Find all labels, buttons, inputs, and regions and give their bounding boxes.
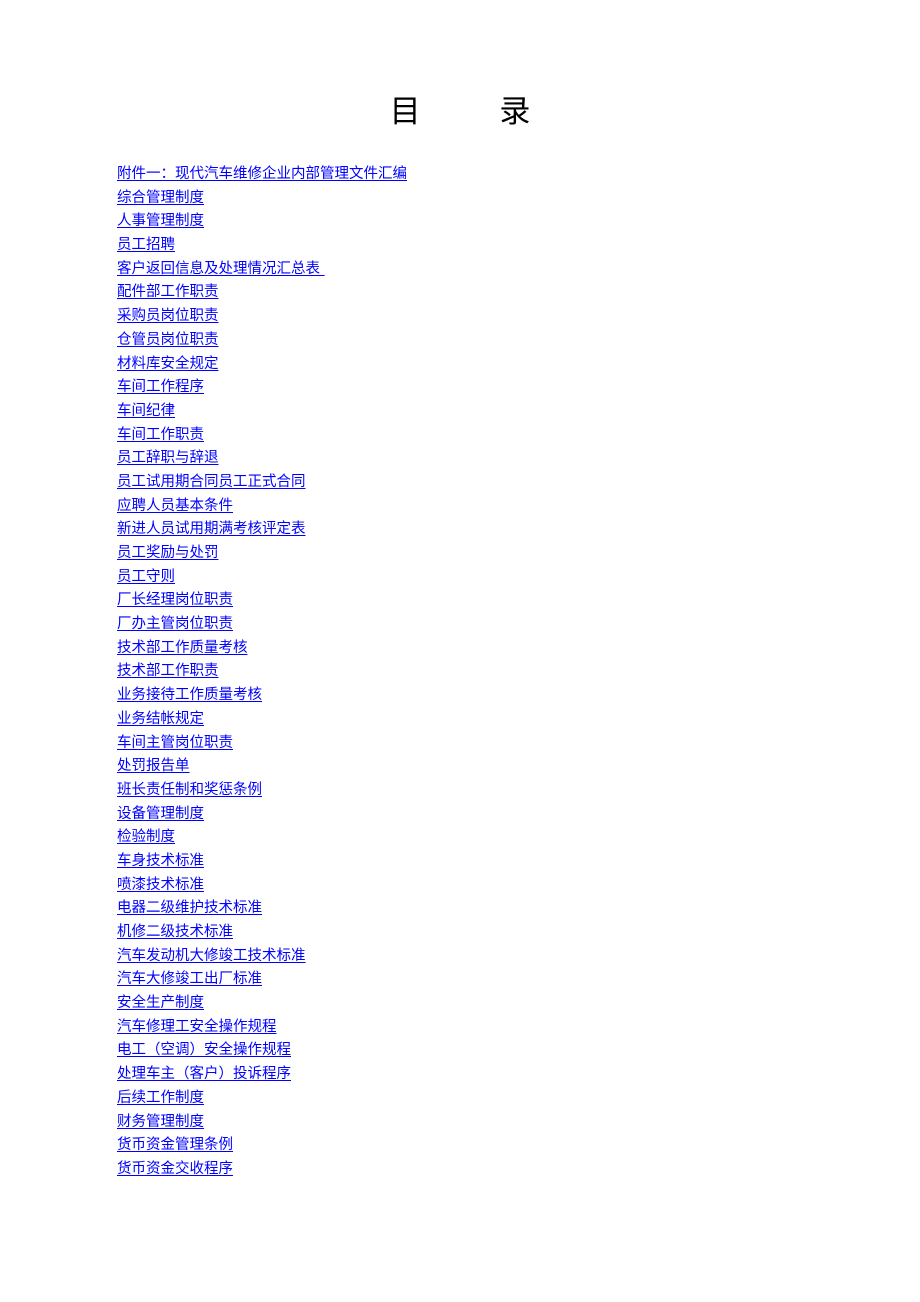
toc-entry: 车间纪律 bbox=[117, 398, 877, 422]
toc-link[interactable]: 员工奖励与处罚 bbox=[117, 545, 219, 561]
toc-link[interactable]: 仓管员岗位职责 bbox=[117, 332, 219, 348]
toc-entry: 配件部工作职责 bbox=[117, 279, 877, 303]
toc-entry: 喷漆技术标准 bbox=[117, 872, 877, 896]
toc-entry: 车间工作程序 bbox=[117, 374, 877, 398]
toc-entry: 汽车大修竣工出厂标准 bbox=[117, 966, 877, 990]
toc-link[interactable]: 配件部工作职责 bbox=[117, 284, 219, 300]
toc-entry: 业务接待工作质量考核 bbox=[117, 682, 877, 706]
toc-entry: 技术部工作职责 bbox=[117, 658, 877, 682]
toc-entry: 电工（空调）安全操作规程 bbox=[117, 1037, 877, 1061]
toc-entry: 采购员岗位职责 bbox=[117, 303, 877, 327]
toc-link[interactable]: 后续工作制度 bbox=[117, 1090, 204, 1106]
toc-entry: 处罚报告单 bbox=[117, 753, 877, 777]
toc-entry: 应聘人员基本条件 bbox=[117, 493, 877, 517]
toc-link[interactable]: 综合管理制度 bbox=[117, 190, 204, 206]
toc-link[interactable]: 车间工作职责 bbox=[117, 427, 204, 443]
toc-link[interactable]: 汽车发动机大修竣工技术标准 bbox=[117, 948, 306, 964]
toc-link[interactable]: 员工试用期合同员工正式合同 bbox=[117, 474, 306, 490]
toc-link[interactable]: 新进人员试用期满考核评定表 bbox=[117, 521, 306, 537]
toc-link[interactable]: 货币资金管理条例 bbox=[117, 1137, 233, 1153]
toc-entry: 新进人员试用期满考核评定表 bbox=[117, 516, 877, 540]
toc-link[interactable]: 设备管理制度 bbox=[117, 806, 204, 822]
toc-entry: 机修二级技术标准 bbox=[117, 919, 877, 943]
toc-entry: 员工奖励与处罚 bbox=[117, 540, 877, 564]
toc-entry: 厂办主管岗位职责 bbox=[117, 611, 877, 635]
toc-entry: 技术部工作质量考核 bbox=[117, 635, 877, 659]
toc-entry: 汽车发动机大修竣工技术标准 bbox=[117, 943, 877, 967]
toc-entry: 处理车主（客户）投诉程序 bbox=[117, 1061, 877, 1085]
toc-link[interactable]: 人事管理制度 bbox=[117, 213, 204, 229]
toc-entry: 后续工作制度 bbox=[117, 1085, 877, 1109]
toc-entry: 仓管员岗位职责 bbox=[117, 327, 877, 351]
toc-link[interactable]: 机修二级技术标准 bbox=[117, 924, 233, 940]
table-of-contents: 附件一：现代汽车维修企业内部管理文件汇编 综合管理制度 人事管理制度 员工招聘客户返回… bbox=[117, 161, 877, 1180]
toc-link[interactable]: 车间纪律 bbox=[117, 403, 175, 419]
toc-entry: 车间工作职责 bbox=[117, 422, 877, 446]
toc-link[interactable]: 员工守则 bbox=[117, 569, 175, 585]
toc-link[interactable]: 车间主管岗位职责 bbox=[117, 735, 233, 751]
toc-link[interactable]: 技术部工作质量考核 bbox=[117, 640, 248, 656]
toc-link[interactable]: 电器二级维护技术标准 bbox=[117, 900, 262, 916]
page-title: 目 录 bbox=[389, 94, 531, 130]
toc-link[interactable]: 货币资金交收程序 bbox=[117, 1161, 233, 1177]
toc-entry: 综合管理制度 bbox=[117, 185, 877, 209]
toc-entry: 检验制度 bbox=[117, 824, 877, 848]
toc-link[interactable]: 汽车大修竣工出厂标准 bbox=[117, 971, 262, 987]
toc-entry: 货币资金交收程序 bbox=[117, 1156, 877, 1180]
toc-entry: 班长责任制和奖惩条例 bbox=[117, 777, 877, 801]
document-page: 目 录 附件一：现代汽车维修企业内部管理文件汇编 综合管理制度 人事管理制度 员工招聘… bbox=[0, 0, 920, 1302]
toc-entry: 客户返回信息及处理情况汇总表 bbox=[117, 256, 877, 280]
toc-entry: 汽车修理工安全操作规程 bbox=[117, 1014, 877, 1038]
toc-link[interactable]: 喷漆技术标准 bbox=[117, 877, 204, 893]
toc-link[interactable]: 技术部工作职责 bbox=[117, 663, 219, 679]
toc-entry: 员工招聘 bbox=[117, 232, 877, 256]
toc-link[interactable]: 安全生产制度 bbox=[117, 995, 204, 1011]
toc-link[interactable]: 班长责任制和奖惩条例 bbox=[117, 782, 262, 798]
toc-entry: 员工辞职与辞退 bbox=[117, 445, 877, 469]
toc-link[interactable]: 处罚报告单 bbox=[117, 758, 190, 774]
toc-link[interactable]: 厂办主管岗位职责 bbox=[117, 616, 233, 632]
toc-link[interactable]: 应聘人员基本条件 bbox=[117, 498, 233, 514]
toc-link[interactable]: 检验制度 bbox=[117, 829, 175, 845]
toc-link[interactable]: 附件一：现代汽车维修企业内部管理文件汇编 bbox=[117, 166, 407, 182]
toc-link[interactable]: 业务接待工作质量考核 bbox=[117, 687, 262, 703]
toc-link[interactable]: 业务结帐规定 bbox=[117, 711, 204, 727]
toc-link[interactable]: 处理车主（客户）投诉程序 bbox=[117, 1066, 291, 1082]
toc-entry: 员工试用期合同员工正式合同 bbox=[117, 469, 877, 493]
toc-entry: 财务管理制度 bbox=[117, 1109, 877, 1133]
toc-entry: 业务结帐规定 bbox=[117, 706, 877, 730]
toc-entry: 人事管理制度 bbox=[117, 208, 877, 232]
toc-entry: 设备管理制度 bbox=[117, 801, 877, 825]
toc-entry: 附件一：现代汽车维修企业内部管理文件汇编 bbox=[117, 161, 877, 185]
toc-link[interactable]: 厂长经理岗位职责 bbox=[117, 592, 233, 608]
toc-entry: 货币资金管理条例 bbox=[117, 1132, 877, 1156]
toc-link[interactable]: 财务管理制度 bbox=[117, 1114, 204, 1130]
toc-link[interactable]: 员工招聘 bbox=[117, 237, 175, 253]
toc-link[interactable]: 材料库安全规定 bbox=[117, 356, 219, 372]
toc-entry: 电器二级维护技术标准 bbox=[117, 895, 877, 919]
toc-link[interactable]: 车身技术标准 bbox=[117, 853, 204, 869]
toc-link[interactable]: 采购员岗位职责 bbox=[117, 308, 219, 324]
toc-entry: 车间主管岗位职责 bbox=[117, 730, 877, 754]
toc-entry: 厂长经理岗位职责 bbox=[117, 587, 877, 611]
toc-link[interactable]: 电工（空调）安全操作规程 bbox=[117, 1042, 291, 1058]
toc-entry: 车身技术标准 bbox=[117, 848, 877, 872]
toc-entry: 员工守则 bbox=[117, 564, 877, 588]
toc-entry: 材料库安全规定 bbox=[117, 351, 877, 375]
toc-link[interactable]: 汽车修理工安全操作规程 bbox=[117, 1019, 277, 1035]
toc-link[interactable]: 车间工作程序 bbox=[117, 379, 204, 395]
toc-entry: 安全生产制度 bbox=[117, 990, 877, 1014]
toc-link[interactable]: 客户返回信息及处理情况汇总表 bbox=[117, 261, 325, 277]
toc-link[interactable]: 员工辞职与辞退 bbox=[117, 450, 219, 466]
